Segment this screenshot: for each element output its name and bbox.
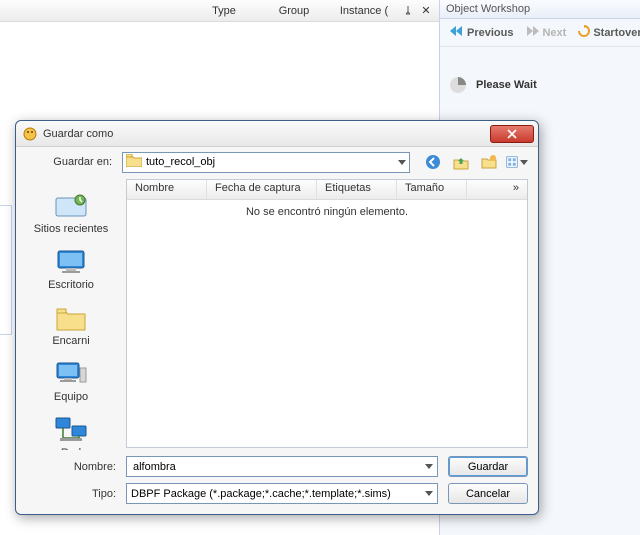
empty-message: No se encontró ningún elemento. bbox=[246, 206, 408, 447]
chevron-down-icon[interactable] bbox=[425, 464, 433, 469]
next-button: Next bbox=[521, 24, 570, 41]
new-folder-button[interactable] bbox=[478, 151, 500, 173]
dialog-title: Guardar como bbox=[43, 128, 490, 140]
col-name[interactable]: Nombre bbox=[127, 180, 207, 199]
filename-field[interactable] bbox=[126, 456, 438, 477]
chevron-down-icon bbox=[398, 160, 406, 165]
cancel-button[interactable]: Cancelar bbox=[448, 483, 528, 504]
save-button[interactable]: Guardar bbox=[448, 456, 528, 477]
network-icon bbox=[53, 415, 89, 445]
dialog-bottom: Nombre: Guardar Tipo: DBPF Package (*.pa… bbox=[16, 450, 538, 514]
next-label: Next bbox=[542, 27, 566, 39]
titlebar[interactable]: Guardar como bbox=[16, 121, 538, 147]
filename-label: Nombre: bbox=[26, 461, 116, 473]
computer-icon bbox=[53, 359, 89, 389]
filetype-label: Tipo: bbox=[26, 488, 116, 500]
save-in-combo[interactable]: tuto_recol_obj bbox=[122, 152, 410, 173]
save-as-dialog: Guardar como Guardar en: tuto_recol_obj bbox=[15, 120, 539, 515]
file-list-body: No se encontró ningún elemento. bbox=[127, 200, 527, 447]
chevron-down-icon bbox=[520, 160, 528, 165]
panel-title: Object Workshop bbox=[440, 0, 640, 19]
col-group[interactable]: Group bbox=[259, 5, 329, 17]
col-spacer bbox=[467, 180, 505, 199]
col-instance[interactable]: Instance ( bbox=[329, 5, 399, 17]
file-list-header: Nombre Fecha de captura Etiquetas Tamaño… bbox=[127, 180, 527, 200]
chevron-down-icon[interactable] bbox=[425, 491, 433, 496]
place-network[interactable]: Red bbox=[16, 409, 126, 450]
place-label: Escritorio bbox=[48, 279, 94, 291]
desktop-icon bbox=[53, 247, 89, 277]
col-tags[interactable]: Etiquetas bbox=[317, 180, 397, 199]
please-wait-label: Please Wait bbox=[476, 79, 537, 91]
dialog-body: Sitios recientes Escritorio Encarni Equi… bbox=[16, 177, 538, 450]
startover-label: Startover bbox=[593, 27, 640, 39]
next-icon bbox=[525, 26, 539, 39]
recent-places-icon bbox=[53, 191, 89, 221]
columns-overflow-button[interactable]: » bbox=[505, 180, 527, 199]
location-toolbar: Guardar en: tuto_recol_obj bbox=[16, 147, 538, 177]
app-icon bbox=[22, 126, 38, 142]
startover-button[interactable]: Startover bbox=[574, 23, 640, 42]
place-label: Encarni bbox=[52, 335, 89, 347]
back-button[interactable] bbox=[422, 151, 444, 173]
filetype-combo[interactable]: DBPF Package (*.package;*.cache;*.templa… bbox=[126, 483, 438, 504]
file-list[interactable]: Nombre Fecha de captura Etiquetas Tamaño… bbox=[126, 179, 528, 448]
filename-input[interactable] bbox=[131, 460, 425, 474]
previous-icon bbox=[450, 26, 464, 39]
close-button[interactable] bbox=[490, 125, 534, 143]
places-bar: Sitios recientes Escritorio Encarni Equi… bbox=[16, 177, 126, 450]
toolbar-icons bbox=[416, 151, 528, 173]
filetype-value: DBPF Package (*.package;*.cache;*.templa… bbox=[131, 488, 425, 500]
collapsed-panel-stub bbox=[0, 205, 12, 335]
user-folder-icon bbox=[53, 303, 89, 333]
pin-icon[interactable] bbox=[399, 6, 417, 16]
save-in-value: tuto_recol_obj bbox=[146, 156, 215, 168]
spinner-icon bbox=[450, 77, 466, 93]
startover-icon bbox=[578, 25, 590, 40]
place-label: Sitios recientes bbox=[34, 223, 109, 235]
place-computer[interactable]: Equipo bbox=[16, 353, 126, 409]
previous-button[interactable]: Previous bbox=[446, 24, 517, 41]
left-pane-header: Type Group Instance ( ✕ bbox=[0, 0, 439, 22]
place-recent[interactable]: Sitios recientes bbox=[16, 185, 126, 241]
col-size[interactable]: Tamaño bbox=[397, 180, 467, 199]
place-userfolder[interactable]: Encarni bbox=[16, 297, 126, 353]
wizard-body: Please Wait bbox=[440, 47, 640, 123]
close-pane-icon[interactable]: ✕ bbox=[417, 4, 435, 17]
view-menu-button[interactable] bbox=[506, 151, 528, 173]
folder-icon bbox=[126, 154, 142, 170]
save-in-label: Guardar en: bbox=[26, 156, 116, 168]
wizard-nav: Previous Next Startover bbox=[440, 19, 640, 47]
previous-label: Previous bbox=[467, 27, 513, 39]
place-label: Equipo bbox=[54, 391, 88, 403]
up-one-level-button[interactable] bbox=[450, 151, 472, 173]
place-desktop[interactable]: Escritorio bbox=[16, 241, 126, 297]
col-capture-date[interactable]: Fecha de captura bbox=[207, 180, 317, 199]
col-type[interactable]: Type bbox=[189, 5, 259, 17]
